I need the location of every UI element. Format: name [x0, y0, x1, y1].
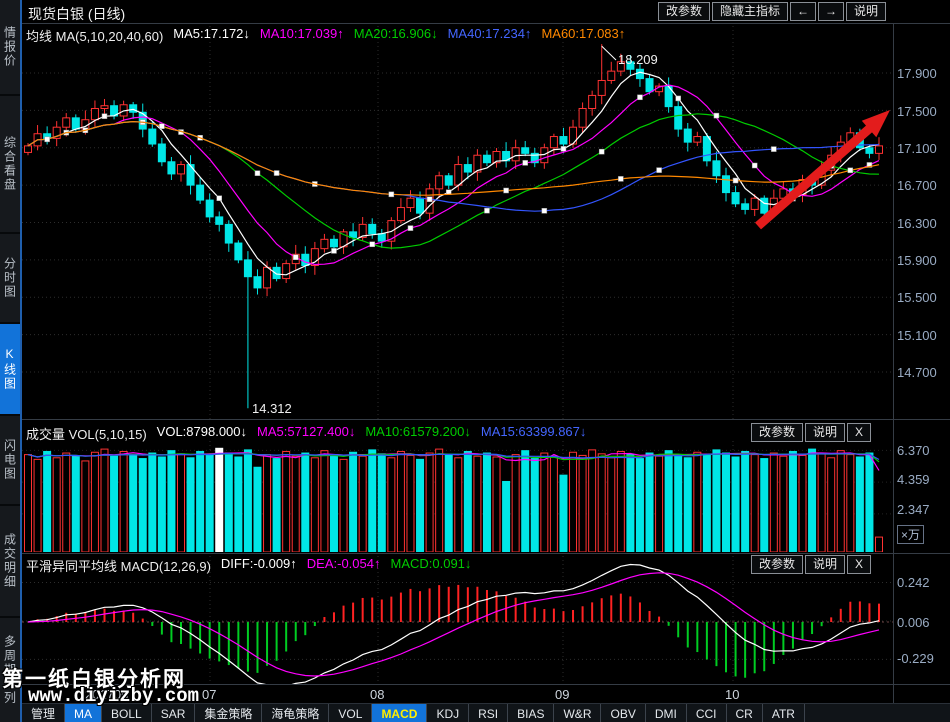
price-tick: 15.900	[897, 253, 937, 268]
volume-close-button[interactable]: X	[847, 423, 871, 442]
macd-dea: DEA:-0.054↑	[307, 556, 381, 575]
help-button[interactable]: 说明	[846, 2, 886, 21]
macd-value: MACD:0.091↓	[390, 556, 471, 575]
volume-title: 成交量 VOL(5,10,15)	[26, 424, 147, 443]
volume-change-params-button[interactable]: 改参数	[751, 423, 803, 442]
tab-atr[interactable]: ATR	[763, 704, 805, 722]
x-axis-label: 08	[370, 687, 384, 702]
volume-tick: 4.359	[897, 472, 930, 487]
price-tick: 16.300	[897, 216, 937, 231]
volume-tick: 2.347	[897, 502, 930, 517]
ma10-value: MA10:17.039↑	[260, 26, 344, 45]
tab-macd[interactable]: MACD	[372, 704, 427, 722]
macd-panel-buttons: 改参数 说明 X	[751, 555, 871, 574]
watermark-url: www.diyizby.com	[28, 685, 199, 707]
app-window: 情报价 综合看盘 分时图 K线图 闪电图 成交明细 多周期同列 现货白银 (日线…	[0, 0, 950, 722]
next-arrow-button[interactable]: →	[818, 2, 844, 21]
divider	[22, 553, 950, 554]
x-axis-label: 07	[202, 687, 216, 702]
macd-close-button[interactable]: X	[847, 555, 871, 574]
macd-diff: DIFF:-0.009↑	[221, 556, 297, 575]
titlebar-buttons: 改参数 隐藏主指标 ← → 说明	[658, 2, 886, 21]
tab-jijin-strategy[interactable]: 集金策略	[195, 704, 262, 722]
macd-tick: 0.242	[897, 575, 930, 590]
tab-turtle-strategy[interactable]: 海龟策略	[262, 704, 329, 722]
ma5-value: MA5:17.172↓	[173, 26, 250, 45]
ma40-value: MA40:17.234↑	[448, 26, 532, 45]
change-params-button[interactable]: 改参数	[658, 2, 710, 21]
tab-obv[interactable]: OBV	[601, 704, 645, 722]
hide-main-indicator-button[interactable]: 隐藏主指标	[712, 2, 788, 21]
tab-rsi[interactable]: RSI	[469, 704, 508, 722]
tab-wr[interactable]: W&R	[554, 704, 601, 722]
macd-help-button[interactable]: 说明	[805, 555, 845, 574]
volume-help-button[interactable]: 说明	[805, 423, 845, 442]
vol-ma15: MA15:63399.867↓	[481, 424, 587, 443]
x-axis-label: 09	[555, 687, 569, 702]
tab-cr[interactable]: CR	[727, 704, 763, 722]
low-annotation: 14.312	[252, 401, 292, 416]
macd-tick: -0.229	[897, 651, 934, 666]
macd-change-params-button[interactable]: 改参数	[751, 555, 803, 574]
axis-separator	[893, 24, 894, 703]
volume-tick: 6.370	[897, 443, 930, 458]
tab-vol[interactable]: VOL	[329, 704, 372, 722]
tab-dmi[interactable]: DMI	[646, 704, 687, 722]
macd-indicator-row: 平滑异同平均线 MACD(12,26,9) DIFF:-0.009↑ DEA:-…	[26, 556, 471, 575]
divider	[22, 419, 950, 420]
vol-value: VOL:8798.000↓	[157, 424, 247, 443]
sidebar-item-quotes[interactable]: 情报价	[0, 0, 20, 96]
price-tick: 16.700	[897, 178, 937, 193]
ma20-value: MA20:16.906↓	[354, 26, 438, 45]
x-axis-label: 10	[725, 687, 739, 702]
ma60-value: MA60:17.083↑	[541, 26, 625, 45]
sidebar-item-intraday[interactable]: 分时图	[0, 234, 20, 324]
title-bar: 现货白银 (日线) 改参数 隐藏主指标 ← → 说明	[22, 0, 950, 24]
price-tick: 17.900	[897, 66, 937, 81]
sidebar: 情报价 综合看盘 分时图 K线图 闪电图 成交明细 多周期同列	[0, 0, 22, 722]
price-tick: 14.700	[897, 365, 937, 380]
volume-panel-buttons: 改参数 说明 X	[751, 423, 871, 442]
sidebar-item-kline[interactable]: K线图	[0, 324, 20, 416]
sidebar-item-overview[interactable]: 综合看盘	[0, 96, 20, 234]
vol-ma10: MA10:61579.200↓	[365, 424, 471, 443]
price-tick: 15.100	[897, 328, 937, 343]
price-tick: 17.100	[897, 141, 937, 156]
prev-arrow-button[interactable]: ←	[790, 2, 816, 21]
macd-title: 平滑异同平均线 MACD(12,26,9)	[26, 556, 211, 575]
macd-tick: 0.006	[897, 615, 930, 630]
high-annotation: 18.209	[618, 52, 658, 67]
volume-indicator-row: 成交量 VOL(5,10,15) VOL:8798.000↓ MA5:57127…	[26, 424, 586, 443]
vol-ma5: MA5:57127.400↓	[257, 424, 355, 443]
tab-kdj[interactable]: KDJ	[427, 704, 469, 722]
volume-unit-badge: ×万	[897, 525, 924, 544]
sidebar-item-trade-detail[interactable]: 成交明细	[0, 506, 20, 618]
tab-cci[interactable]: CCI	[687, 704, 727, 722]
chart-canvas[interactable]	[0, 0, 950, 722]
ma-indicator-row: 均线 MA(5,10,20,40,60) MA5:17.172↓ MA10:17…	[26, 26, 625, 45]
page-title: 现货白银 (日线)	[28, 4, 125, 24]
tab-bias[interactable]: BIAS	[508, 704, 554, 722]
sidebar-item-flash[interactable]: 闪电图	[0, 416, 20, 506]
ma-row-label: 均线 MA(5,10,20,40,60)	[26, 26, 163, 45]
price-tick: 15.500	[897, 290, 937, 305]
price-tick: 17.500	[897, 104, 937, 119]
